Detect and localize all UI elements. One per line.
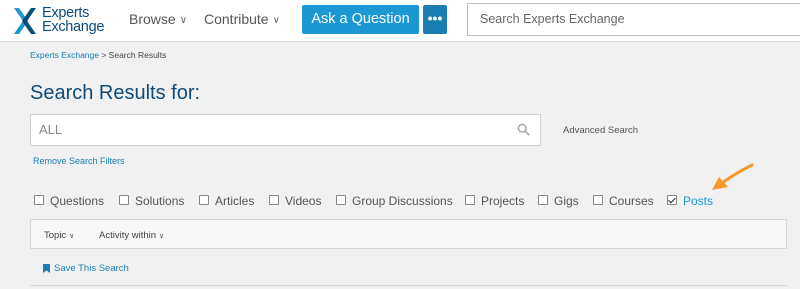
breadcrumb-current: Search Results <box>108 50 167 60</box>
search-query-input[interactable]: ALL <box>30 114 541 146</box>
chevron-down-icon: ∨ <box>69 233 75 240</box>
filter-checkbox[interactable] <box>269 195 279 205</box>
filter-label: Questions <box>50 194 105 208</box>
filter-checkbox[interactable] <box>34 195 44 205</box>
nav-contribute-label: Contribute <box>204 11 269 27</box>
chevron-down-icon: ∨ <box>272 15 280 26</box>
filter-label: Group Discussions <box>352 194 453 208</box>
logo-x-icon <box>14 8 36 34</box>
nav-browse-label: Browse <box>129 11 176 27</box>
filter-dropdown-bar: Topic ∨ Activity within ∨ <box>30 219 787 249</box>
activity-within-dropdown[interactable]: Activity within ∨ <box>99 230 164 241</box>
filter-label: Courses <box>609 194 654 208</box>
filter-checkbox[interactable] <box>119 195 129 205</box>
top-header: Experts Exchange Browse ∨ Contribute ∨ Ask… <box>0 0 800 42</box>
topic-dropdown-label: Topic <box>44 230 67 241</box>
more-options-button[interactable]: ••• <box>423 5 447 34</box>
logo-line2: Exchange <box>42 19 105 35</box>
breadcrumb: Experts Exchange > Search Results <box>30 50 166 60</box>
search-query-value: ALL <box>39 122 63 137</box>
filter-checkbox[interactable] <box>593 195 603 205</box>
logo-line1: Experts <box>42 5 90 21</box>
filter-checkbox-checked[interactable] <box>667 195 677 205</box>
nav-browse[interactable]: Browse ∨ <box>129 11 187 27</box>
advanced-search-link[interactable]: Advanced Search <box>563 125 638 136</box>
breadcrumb-home-link[interactable]: Experts Exchange <box>30 50 99 60</box>
divider <box>30 285 787 286</box>
topic-dropdown[interactable]: Topic ∨ <box>44 230 74 241</box>
filter-checkbox[interactable] <box>465 195 475 205</box>
header-search-input[interactable]: Search Experts Exchange <box>467 3 800 36</box>
save-search-label: Save This Search <box>54 263 129 274</box>
chevron-down-icon: ∨ <box>179 15 188 26</box>
filter-checkbox[interactable] <box>538 195 548 205</box>
experts-exchange-logo[interactable]: Experts Exchange <box>12 5 112 37</box>
orange-arrow-icon <box>712 163 754 190</box>
filter-label: Videos <box>285 194 322 208</box>
filter-label: Posts <box>683 194 714 208</box>
save-search-link[interactable]: Save This Search <box>43 263 129 274</box>
filter-checkbox[interactable] <box>336 195 346 205</box>
search-icon[interactable] <box>517 123 530 136</box>
chevron-down-icon: ∨ <box>159 233 165 240</box>
filter-label: Gigs <box>554 194 579 208</box>
filter-label: Solutions <box>135 194 185 208</box>
remove-search-filters-link[interactable]: Remove Search Filters <box>33 156 125 166</box>
activity-within-dropdown-label: Activity within <box>99 230 157 241</box>
ask-question-button[interactable]: Ask a Question <box>302 5 419 34</box>
filter-label: Articles <box>215 194 255 208</box>
breadcrumb-separator: > <box>98 50 109 60</box>
bookmark-icon <box>43 264 50 273</box>
filter-checkbox[interactable] <box>199 195 209 205</box>
page-title: Search Results for: <box>30 82 201 104</box>
nav-contribute[interactable]: Contribute ∨ <box>204 11 280 27</box>
filter-label: Projects <box>481 194 525 208</box>
